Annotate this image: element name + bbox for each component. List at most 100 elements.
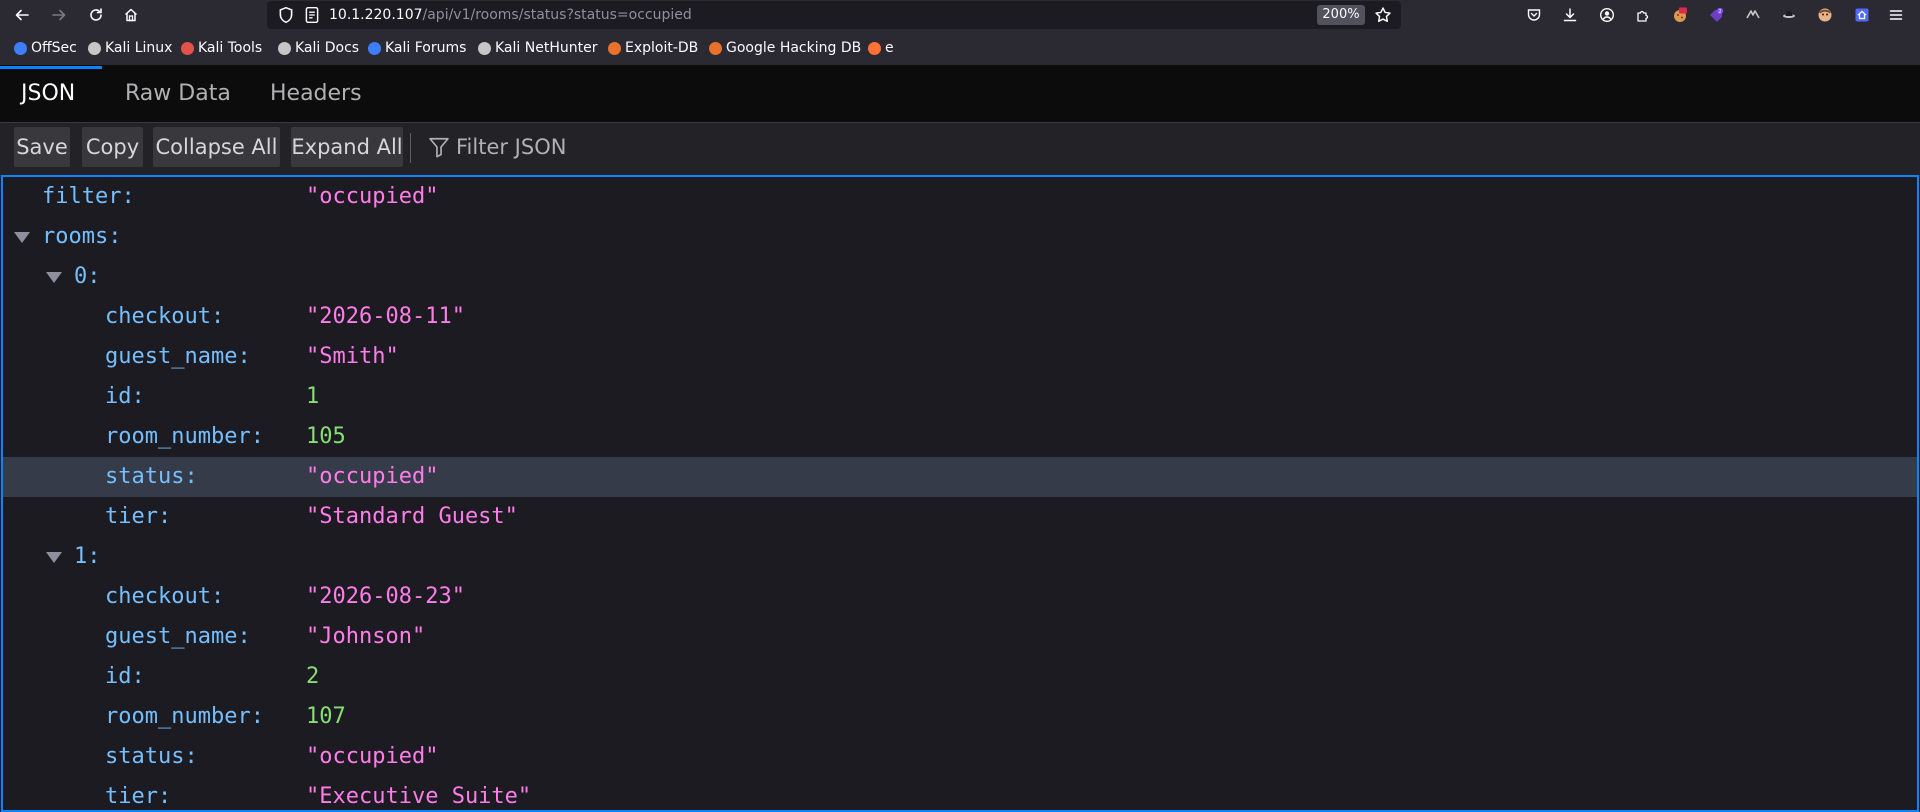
json-row-room-index[interactable]: 1: <box>3 537 1917 577</box>
url-bar[interactable]: 10.1.220.107/api/v1/rooms/status?status=… <box>267 1 1401 29</box>
wappalyzer-extension-icon[interactable] <box>1741 3 1765 27</box>
json-key: rooms: <box>42 224 122 249</box>
bookmark-item[interactable]: e <box>868 40 894 56</box>
json-tree-panel: filter: "occupied" rooms: 0: checkout: "20… <box>1 175 1919 812</box>
json-value: "Smith" <box>306 344 399 369</box>
json-row-filter[interactable]: filter: "occupied" <box>3 177 1917 217</box>
bookmark-item[interactable]: Exploit-DB <box>608 40 698 56</box>
bookmark-item[interactable]: Kali Docs <box>278 40 359 56</box>
bookmark-star-icon[interactable] <box>1374 6 1392 24</box>
expand-all-button[interactable]: Expand All <box>291 127 403 167</box>
json-key: id: <box>105 664 145 689</box>
json-key: status: <box>105 744 198 769</box>
cookie-editor-extension-icon[interactable] <box>1668 3 1692 27</box>
pocket-icon[interactable] <box>1522 3 1546 27</box>
json-value: "Johnson" <box>306 624 426 649</box>
firefox-icon <box>868 41 881 55</box>
bookmark-label: Kali Linux <box>105 40 173 56</box>
json-viewer-toolbar: Save Copy Collapse All Expand All Filter… <box>0 123 1920 176</box>
back-arrow-icon[interactable] <box>10 3 34 27</box>
json-row-field[interactable]: id: 1 <box>3 377 1917 417</box>
bookmark-item[interactable]: OffSec <box>14 40 77 56</box>
svg-text:2: 2 <box>1718 9 1721 15</box>
json-row-field[interactable]: checkout: "2026-08-23" <box>3 577 1917 617</box>
url-text[interactable]: 10.1.220.107/api/v1/rooms/status?status=… <box>329 7 692 23</box>
hackbar-extension-icon[interactable]: 2 <box>1704 3 1728 27</box>
json-value: 107 <box>306 704 346 729</box>
kali-dragon-icon <box>478 41 491 55</box>
reload-icon[interactable] <box>84 3 108 27</box>
spy-extension-icon[interactable] <box>1777 3 1801 27</box>
filter-funnel-icon <box>429 137 449 158</box>
json-row-rooms[interactable]: rooms: <box>3 217 1917 257</box>
ghdb-icon <box>709 41 722 55</box>
bookmark-label: Kali Tools <box>198 40 263 56</box>
bookmark-label: Kali NetHunter <box>495 40 598 56</box>
collapse-all-button[interactable]: Collapse All <box>153 127 280 167</box>
bookmark-item[interactable]: Google Hacking DB <box>709 40 861 56</box>
tab-json[interactable]: JSON <box>21 66 75 122</box>
json-viewer-tabs: JSON Raw Data Headers <box>0 66 1920 123</box>
bookmark-label: OffSec <box>31 40 77 56</box>
bookmark-item[interactable]: Kali NetHunter <box>478 40 597 56</box>
json-row-field[interactable]: status: "occupied" <box>3 737 1917 777</box>
home-icon[interactable] <box>119 3 143 27</box>
hamburger-menu-icon[interactable] <box>1884 3 1908 27</box>
tracking-shield-icon[interactable] <box>277 6 295 24</box>
kali-dragon-icon <box>88 41 101 55</box>
json-value: "occupied" <box>306 744 439 769</box>
expand-triangle-icon[interactable] <box>14 232 30 243</box>
json-row-field[interactable]: room_number: 107 <box>3 697 1917 737</box>
json-value: 1 <box>306 384 320 409</box>
bookmarks-toolbar: OffSec Kali Linux Kali Tools Kali Docs Kali … <box>0 30 1920 66</box>
expand-triangle-icon[interactable] <box>46 272 62 283</box>
json-key: room_number: <box>105 424 264 449</box>
json-row-field[interactable]: guest_name: "Smith" <box>3 337 1917 377</box>
page-info-icon[interactable] <box>303 6 321 24</box>
expand-triangle-icon[interactable] <box>46 552 62 563</box>
zoom-level-badge[interactable]: 200% <box>1317 5 1365 25</box>
toolbar-separator <box>410 133 411 163</box>
bookmark-item[interactable]: Kali Linux <box>88 40 172 56</box>
account-icon[interactable] <box>1595 3 1619 27</box>
json-row-field[interactable]: room_number: 105 <box>3 417 1917 457</box>
exploit-db-icon <box>608 41 621 55</box>
json-key: guest_name: <box>105 344 251 369</box>
tab-headers[interactable]: Headers <box>270 66 362 122</box>
extensions-icon[interactable] <box>1631 3 1655 27</box>
tab-raw-data[interactable]: Raw Data <box>125 66 231 122</box>
json-key: tier: <box>105 504 172 529</box>
json-key: 1: <box>74 544 101 569</box>
bookmark-label: e <box>885 40 894 56</box>
kali-forums-icon <box>368 41 381 55</box>
json-key: tier: <box>105 784 172 809</box>
json-row-room-index[interactable]: 0: <box>3 257 1917 297</box>
bookmark-item[interactable]: Kali Forums <box>368 40 466 56</box>
copy-button[interactable]: Copy <box>82 127 143 167</box>
filter-json-placeholder: Filter JSON <box>456 135 567 159</box>
json-row-field[interactable]: guest_name: "Johnson" <box>3 617 1917 657</box>
json-row-field[interactable]: tier: "Executive Suite" <box>3 777 1917 810</box>
json-row-field[interactable]: tier: "Standard Guest" <box>3 497 1917 537</box>
json-key: id: <box>105 384 145 409</box>
filter-json-input[interactable]: Filter JSON <box>428 127 566 167</box>
bookmark-label: Exploit-DB <box>625 40 699 56</box>
json-row-field[interactable]: checkout: "2026-08-11" <box>3 297 1917 337</box>
avatar-extension-icon[interactable] <box>1813 3 1837 27</box>
json-key: room_number: <box>105 704 264 729</box>
downloads-icon[interactable] <box>1558 3 1582 27</box>
home-extension-icon[interactable] <box>1850 3 1874 27</box>
json-value: "occupied" <box>306 464 439 489</box>
save-button[interactable]: Save <box>14 127 70 167</box>
kali-dragon-icon <box>278 41 291 55</box>
json-value: "occupied" <box>306 184 439 209</box>
json-key: status: <box>105 464 198 489</box>
json-row-field[interactable]: status: "occupied" <box>3 457 1917 497</box>
json-value: "Executive Suite" <box>306 784 532 809</box>
json-row-field[interactable]: id: 2 <box>3 657 1917 697</box>
bookmark-item[interactable]: Kali Tools <box>181 40 262 56</box>
json-key: checkout: <box>105 584 225 609</box>
browser-navbar: 10.1.220.107/api/v1/rooms/status?status=… <box>0 0 1920 30</box>
bookmark-label: Kali Forums <box>385 40 467 56</box>
forward-arrow-icon[interactable] <box>47 3 71 27</box>
